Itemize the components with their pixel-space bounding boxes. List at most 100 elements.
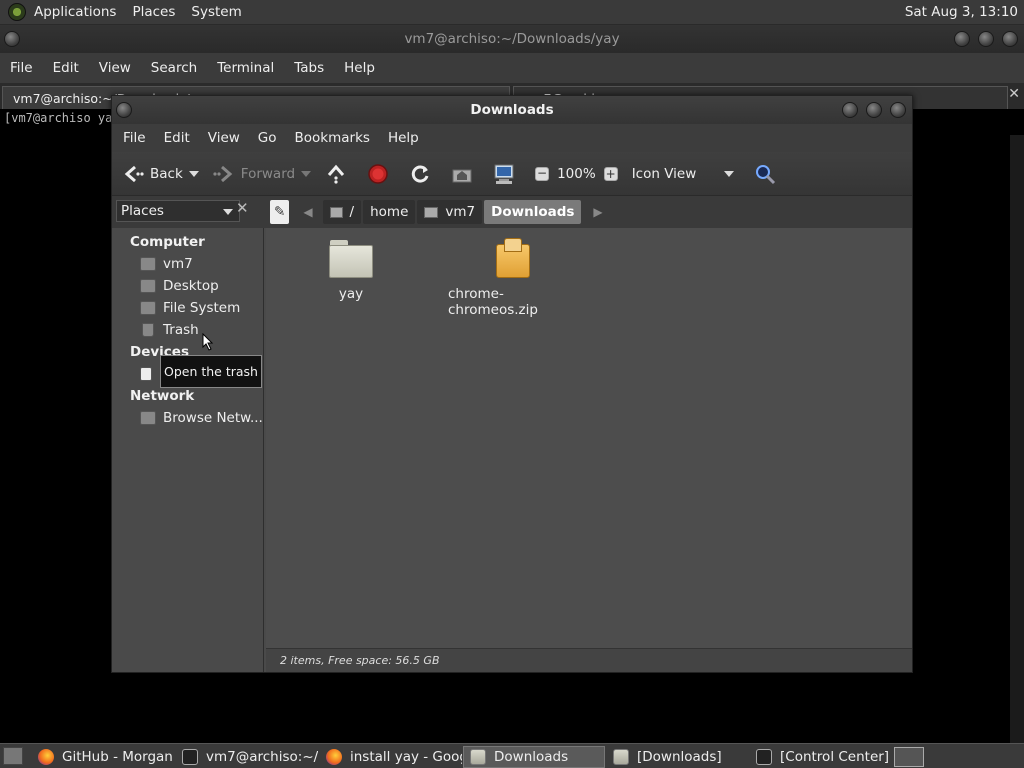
sidebar-item-vm7[interactable]: vm7 bbox=[140, 254, 193, 274]
sidebar-item-label: File System bbox=[163, 300, 241, 316]
floppy-icon bbox=[140, 367, 152, 381]
terminal-titlebar[interactable]: vm7@archiso:~/Downloads/yay bbox=[0, 25, 1024, 53]
task-downloads-minimized[interactable]: [Downloads] bbox=[607, 746, 749, 768]
reload-button[interactable] bbox=[409, 152, 437, 196]
applications-menu[interactable]: Applications bbox=[26, 4, 124, 20]
zoom-control[interactable]: − 100% + bbox=[535, 152, 618, 196]
task-terminal[interactable]: vm7@archiso:~/... bbox=[176, 746, 318, 768]
terminal-title: vm7@archiso:~/Downloads/yay bbox=[404, 31, 620, 47]
sidebar-heading-network: Network bbox=[130, 388, 195, 404]
terminal-menu-view[interactable]: View bbox=[89, 60, 141, 76]
places-menu[interactable]: Places bbox=[124, 4, 183, 20]
terminal-menu-help[interactable]: Help bbox=[334, 60, 385, 76]
up-button[interactable] bbox=[325, 152, 353, 196]
fm-menu-help[interactable]: Help bbox=[379, 130, 428, 146]
terminal-menu-search[interactable]: Search bbox=[141, 60, 207, 76]
sidebar-item-file-system[interactable]: File System bbox=[140, 298, 240, 318]
forward-dropdown-icon[interactable] bbox=[301, 170, 312, 177]
taskbar: GitHub - Morgan... vm7@archiso:~/... ins… bbox=[0, 743, 1024, 768]
fm-menu-view[interactable]: View bbox=[199, 130, 249, 146]
sidebar-item-browse-network[interactable]: Browse Netw... bbox=[140, 408, 263, 428]
sidebar-item-device[interactable] bbox=[140, 364, 159, 384]
workspace-switcher[interactable] bbox=[894, 747, 924, 767]
computer-icon bbox=[494, 164, 514, 184]
terminal-menu-file[interactable]: File bbox=[0, 60, 43, 76]
drive-icon bbox=[140, 301, 156, 315]
path-crumb-home[interactable]: home bbox=[363, 200, 416, 224]
file-manager-titlebar[interactable]: Downloads bbox=[112, 96, 912, 124]
view-mode-dropdown-icon[interactable] bbox=[724, 170, 735, 177]
computer-button[interactable] bbox=[493, 152, 521, 196]
maximize-icon[interactable] bbox=[978, 31, 994, 47]
terminal-scrollbar[interactable] bbox=[1010, 135, 1024, 743]
window-menu-icon[interactable] bbox=[116, 102, 132, 118]
distro-logo-icon[interactable] bbox=[8, 3, 26, 21]
task-downloads[interactable]: Downloads bbox=[463, 746, 605, 768]
task-control-center[interactable]: [Control Center] bbox=[750, 746, 892, 768]
maximize-icon[interactable] bbox=[866, 102, 882, 118]
search-button[interactable] bbox=[754, 152, 782, 196]
file-view[interactable]: yay chrome-chromeos.zip bbox=[266, 228, 912, 648]
sidebar-item-desktop[interactable]: Desktop bbox=[140, 276, 219, 296]
file-manager-title: Downloads bbox=[470, 102, 554, 118]
home-folder-icon bbox=[424, 206, 439, 218]
file-manager-toolbar: Back Forward − 100% + Icon View bbox=[112, 152, 912, 196]
zoom-level: 100% bbox=[557, 165, 596, 182]
fm-menu-go[interactable]: Go bbox=[249, 130, 286, 146]
task-install-yay[interactable]: install yay - Googl... bbox=[320, 746, 462, 768]
back-dropdown-icon[interactable] bbox=[188, 170, 199, 177]
path-scroll-left-icon[interactable]: ◀ bbox=[303, 205, 312, 219]
show-desktop-icon[interactable] bbox=[3, 747, 23, 765]
path-crumb-current[interactable]: Downloads bbox=[484, 200, 582, 224]
close-icon[interactable] bbox=[890, 102, 906, 118]
firefox-icon bbox=[38, 749, 54, 765]
back-button[interactable]: Back bbox=[122, 152, 199, 196]
minimize-icon[interactable] bbox=[842, 102, 858, 118]
stop-button[interactable] bbox=[367, 152, 395, 196]
status-bar: 2 items, Free space: 56.5 GB bbox=[266, 648, 912, 672]
clock[interactable]: Sat Aug 3, 13:10 bbox=[905, 4, 1018, 20]
forward-button[interactable]: Forward bbox=[213, 152, 312, 196]
path-scroll-right-icon[interactable]: ▶ bbox=[593, 205, 602, 219]
file-item-chrome-chromeos-zip[interactable]: chrome-chromeos.zip bbox=[448, 238, 578, 318]
toggle-location-entry-icon[interactable]: ✎ bbox=[270, 200, 290, 224]
places-selector[interactable]: Places bbox=[116, 200, 240, 222]
close-tab-icon[interactable]: ✕ bbox=[1008, 86, 1020, 102]
fm-menu-bookmarks[interactable]: Bookmarks bbox=[286, 130, 379, 146]
window-menu-icon[interactable] bbox=[4, 31, 20, 47]
task-label: GitHub - Morgan... bbox=[62, 749, 174, 765]
file-item-yay[interactable]: yay bbox=[326, 240, 376, 302]
up-arrow-icon bbox=[327, 164, 345, 184]
path-user-label: vm7 bbox=[445, 204, 476, 220]
task-label: [Downloads] bbox=[637, 749, 722, 765]
top-panel: Applications Places System Sat Aug 3, 13… bbox=[0, 0, 1024, 25]
trash-icon bbox=[142, 323, 154, 337]
status-text: 2 items, Free space: 56.5 GB bbox=[280, 654, 440, 667]
tooltip: Open the trash bbox=[160, 355, 262, 388]
desktop-folder-icon bbox=[140, 279, 156, 293]
path-bar: ✎ ◀ / home vm7 Downloads ▶ bbox=[270, 200, 603, 224]
path-crumb-user[interactable]: vm7 bbox=[417, 200, 483, 224]
close-icon[interactable] bbox=[1002, 31, 1018, 47]
terminal-menu-terminal[interactable]: Terminal bbox=[207, 60, 284, 76]
zoom-in-icon[interactable]: + bbox=[603, 166, 618, 181]
close-sidebar-icon[interactable]: ✕ bbox=[236, 199, 249, 217]
sidebar-item-label: Trash bbox=[163, 322, 199, 338]
fm-menu-file[interactable]: File bbox=[114, 130, 155, 146]
terminal-menu-tabs[interactable]: Tabs bbox=[284, 60, 334, 76]
firefox-icon bbox=[326, 749, 342, 765]
system-menu[interactable]: System bbox=[183, 4, 249, 20]
home-button[interactable] bbox=[451, 152, 479, 196]
terminal-menubar: File Edit View Search Terminal Tabs Help bbox=[0, 53, 1024, 83]
fm-menu-edit[interactable]: Edit bbox=[155, 130, 199, 146]
zoom-out-icon[interactable]: − bbox=[535, 166, 550, 181]
view-mode-select[interactable]: Icon View bbox=[632, 152, 735, 196]
places-dropdown-icon bbox=[223, 209, 233, 215]
path-crumb-root[interactable]: / bbox=[322, 200, 362, 224]
forward-label: Forward bbox=[240, 165, 296, 182]
control-center-icon bbox=[756, 749, 772, 765]
terminal-menu-edit[interactable]: Edit bbox=[43, 60, 89, 76]
task-github[interactable]: GitHub - Morgan... bbox=[32, 746, 174, 768]
minimize-icon[interactable] bbox=[954, 31, 970, 47]
sidebar-item-trash[interactable]: Trash bbox=[140, 320, 199, 340]
